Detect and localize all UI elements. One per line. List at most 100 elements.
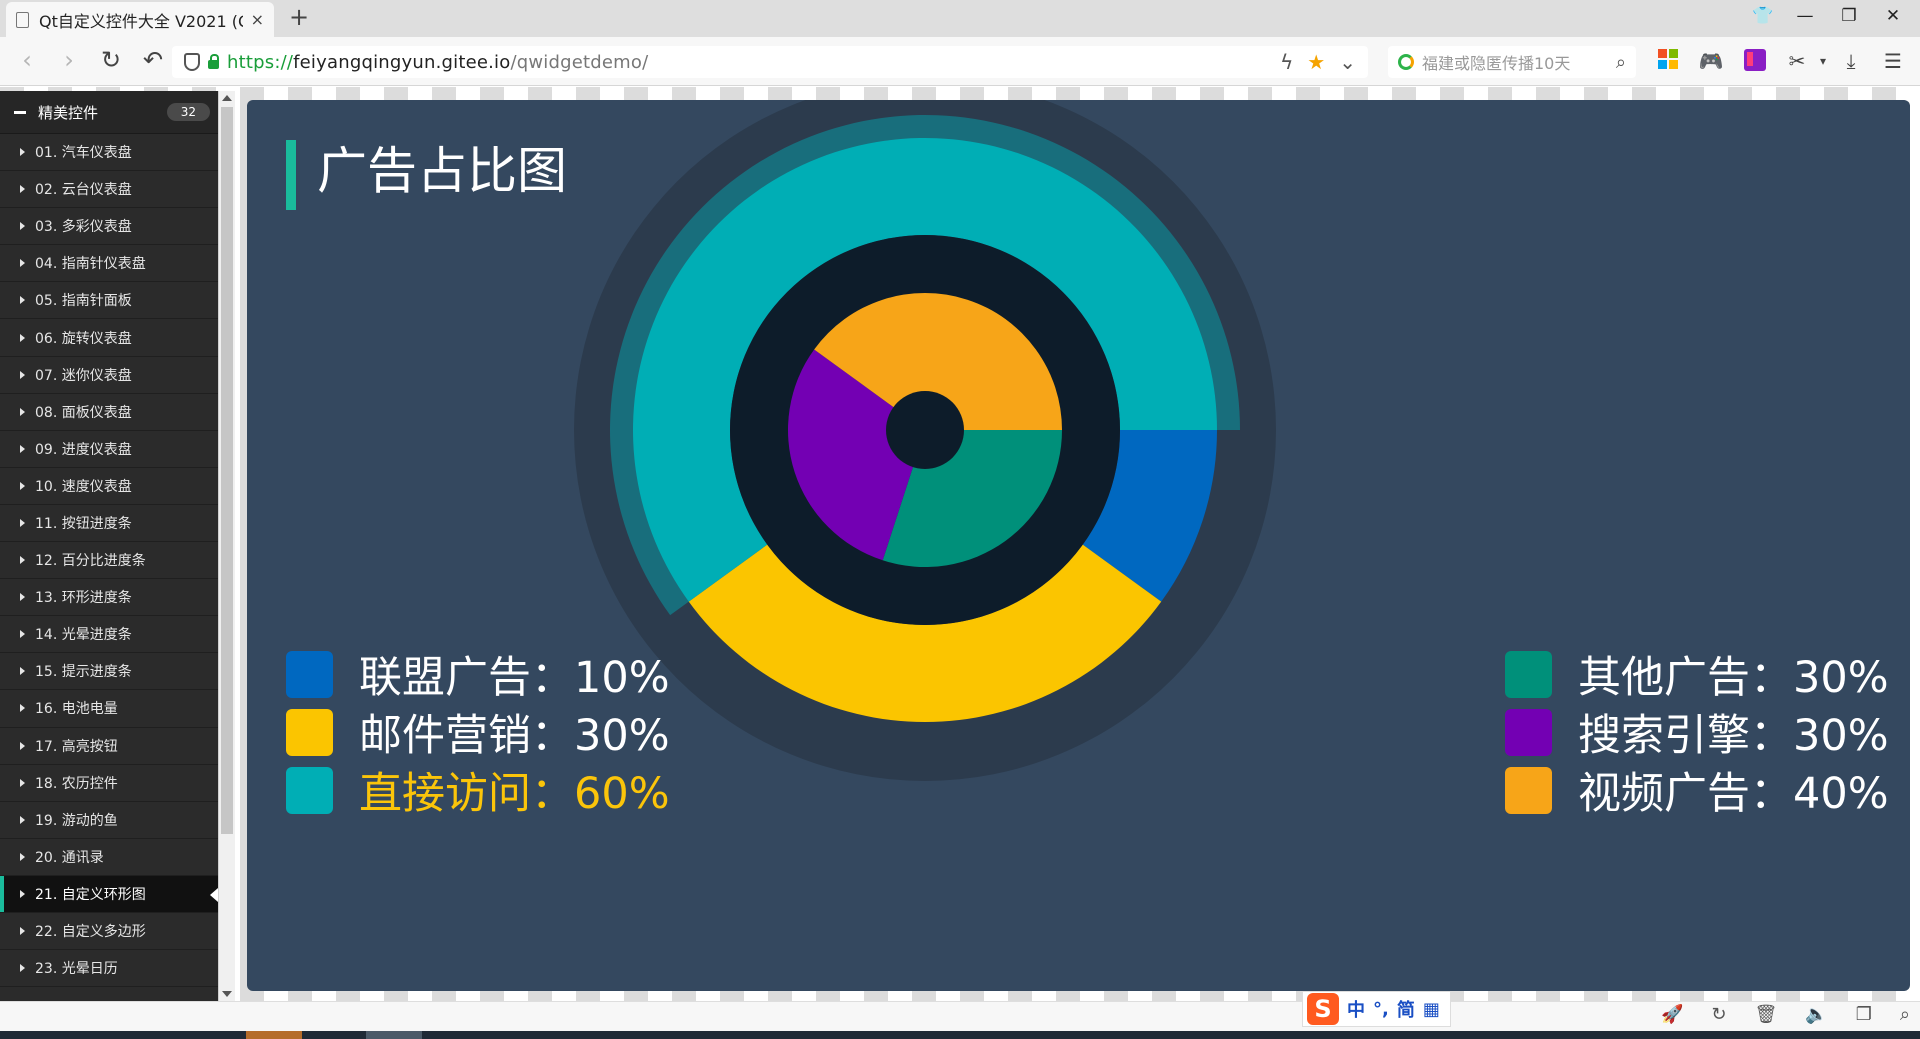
new-tab-button[interactable]: +	[289, 4, 309, 30]
restore-button[interactable]: ❐	[1834, 6, 1864, 26]
accelerate-icon[interactable]: ↻	[1711, 1004, 1726, 1025]
sidebar-item[interactable]: 17. 高亮按钮	[0, 728, 218, 765]
legend-swatch	[286, 650, 333, 698]
windows-apps-icon[interactable]	[1655, 48, 1681, 74]
sidebar-item[interactable]: 04. 指南针仪表盘	[0, 245, 218, 283]
taskbar-app[interactable]	[246, 1031, 302, 1039]
legend-swatch	[286, 708, 333, 756]
sidebar-item[interactable]: 13. 环形进度条	[0, 579, 218, 617]
sidebar-item-label: 01. 汽车仪表盘	[35, 145, 132, 162]
address-bar[interactable]: https://feiyangqingyun.gitee.io/qwidgetd…	[172, 46, 1368, 78]
ime-grid-icon[interactable]: ▦	[1423, 999, 1440, 1020]
search-engine-icon	[1398, 54, 1414, 70]
sidebar-item[interactable]: 12. 百分比进度条	[0, 542, 218, 580]
sidebar-item[interactable]: 10. 速度仪表盘	[0, 468, 218, 505]
minimize-button[interactable]: —	[1790, 6, 1820, 26]
sidebar-item[interactable]: 11. 按钮进度条	[0, 505, 218, 543]
legend-label: 直接访问：60%	[359, 769, 670, 819]
search-input[interactable]: 福建或隐匿传播10天	[1422, 50, 1616, 74]
sidebar-item[interactable]: 23. 光晕日历	[0, 950, 218, 988]
sidebar-item[interactable]: 15. 提示进度条	[0, 653, 218, 691]
back-button[interactable]: ‹	[12, 47, 42, 73]
taskbar-app[interactable]	[366, 1031, 422, 1039]
search-box[interactable]: 福建或隐匿传播10天 ⌕	[1388, 46, 1636, 78]
expand-arrow-icon	[20, 704, 25, 713]
sidebar-item-label: 22. 自定义多边形	[35, 924, 146, 941]
expand-arrow-icon	[20, 222, 25, 231]
trash-icon[interactable]: 🗑	[1754, 1004, 1777, 1025]
sidebar-item[interactable]: 09. 进度仪表盘	[0, 431, 218, 468]
speaker-icon[interactable]: 🔈	[1805, 1004, 1827, 1025]
sidebar-item[interactable]: 07. 迷你仪表盘	[0, 357, 218, 394]
sidebar-item[interactable]: 21. 自定义环形图	[0, 875, 218, 913]
zoom-icon[interactable]: ⌕	[1900, 1004, 1910, 1025]
download-icon[interactable]: ⤓	[1838, 48, 1864, 74]
sidebar-scrollbar[interactable]	[218, 91, 235, 1001]
chevron-down-icon[interactable]: ⌄	[1339, 50, 1356, 74]
expand-arrow-icon	[20, 593, 25, 602]
sidebar-item[interactable]: 14. 光晕进度条	[0, 616, 218, 654]
sidebar-item[interactable]: 19. 游动的鱼	[0, 802, 218, 839]
sidebar-item[interactable]: 08. 面板仪表盘	[0, 394, 218, 431]
legend-item: 邮件营销：30%	[286, 701, 670, 763]
rocket-icon[interactable]: 🚀	[1661, 1004, 1683, 1025]
scroll-up-icon[interactable]	[222, 95, 232, 101]
search-icon[interactable]: ⌕	[1616, 52, 1626, 73]
star-icon[interactable]: ★	[1307, 50, 1325, 74]
shirt-skin-icon[interactable]: 👕	[1748, 6, 1778, 26]
expand-arrow-icon	[20, 964, 25, 973]
expand-arrow-icon	[20, 667, 25, 676]
address-url[interactable]: https://feiyangqingyun.gitee.io/qwidgetd…	[227, 52, 648, 73]
window-icon[interactable]: ❐	[1856, 1004, 1872, 1025]
undo-close-button[interactable]: ↶	[138, 47, 168, 73]
scroll-down-icon[interactable]	[222, 991, 232, 997]
expand-arrow-icon	[20, 444, 25, 453]
collapse-icon[interactable]	[14, 110, 26, 114]
expand-arrow-icon	[20, 778, 25, 787]
sidebar-item[interactable]: 20. 通讯录	[0, 839, 218, 876]
sidebar-item-label: 02. 云台仪表盘	[35, 182, 132, 199]
lightning-icon[interactable]: ϟ	[1280, 50, 1293, 74]
sidebar-item[interactable]: 01. 汽车仪表盘	[0, 134, 218, 172]
scissors-dropdown-icon[interactable]: ▾	[1810, 48, 1836, 74]
sidebar-item-label: 11. 按钮进度条	[35, 515, 132, 532]
sidebar-item-label: 16. 电池电量	[35, 701, 118, 718]
ring-chart-panel: 广告占比图 联盟广告：10% 邮件营销：30% 直接访问：60% 其他广告：30% 搜…	[247, 100, 1910, 991]
ime-punctuation[interactable]: °,	[1373, 999, 1389, 1020]
shield-icon[interactable]	[184, 53, 200, 71]
sidebar-item[interactable]: 22. 自定义多边形	[0, 913, 218, 951]
legend-item: 直接访问：60%	[286, 759, 670, 821]
browser-toolbar: ‹ › ↻ ↶ https://feiyangqingyun.gitee.io/…	[0, 37, 1920, 86]
ime-toolbar[interactable]: S 中 °, 简 ▦	[1302, 991, 1451, 1027]
ime-mode[interactable]: 中	[1347, 996, 1365, 1022]
sidebar-item[interactable]: 06. 旋转仪表盘	[0, 319, 218, 357]
sidebar-group-header[interactable]: 精美控件 32	[0, 91, 218, 134]
sidebar-item[interactable]: 03. 多彩仪表盘	[0, 208, 218, 246]
scissors-icon[interactable]: ✂	[1784, 48, 1810, 74]
forward-button[interactable]: ›	[54, 47, 84, 73]
sogou-ime-icon[interactable]: S	[1307, 993, 1339, 1025]
sidebar-item[interactable]: 18. 农历控件	[0, 765, 218, 802]
sidebar-item-label: 13. 环形进度条	[35, 590, 132, 607]
expand-arrow-icon	[20, 927, 25, 936]
ime-script[interactable]: 简	[1397, 996, 1415, 1022]
expand-arrow-icon	[20, 148, 25, 157]
close-window-button[interactable]: ✕	[1878, 6, 1908, 26]
reload-button[interactable]: ↻	[96, 47, 126, 73]
browser-tab-strip: Qt自定义控件大全 V2021 (Q × + 👕 — ❐ ✕	[0, 0, 1920, 37]
browser-tab[interactable]: Qt自定义控件大全 V2021 (Q ×	[6, 2, 274, 37]
sidebar-item[interactable]: 16. 电池电量	[0, 690, 218, 728]
gamepad-icon[interactable]: 🎮	[1698, 48, 1724, 74]
scrollbar-thumb[interactable]	[221, 107, 233, 834]
sidebar-item[interactable]: 02. 云台仪表盘	[0, 171, 218, 209]
browser-status-bar	[0, 1001, 1920, 1031]
sidebar-item-label: 23. 光晕日历	[35, 961, 118, 978]
tab-close-icon[interactable]: ×	[251, 10, 264, 29]
sidebar-item-list: 01. 汽车仪表盘 02. 云台仪表盘 03. 多彩仪表盘 04. 指南针仪表盘 05.…	[0, 134, 218, 988]
rp-extension-icon[interactable]	[1742, 48, 1768, 74]
sidebar-item-label: 06. 旋转仪表盘	[35, 330, 132, 347]
sidebar-item-label: 20. 通讯录	[35, 849, 104, 866]
menu-icon[interactable]: ☰	[1880, 48, 1906, 74]
sidebar-item[interactable]: 05. 指南针面板	[0, 282, 218, 320]
legend-item: 搜索引擎：30%	[1505, 701, 1889, 763]
